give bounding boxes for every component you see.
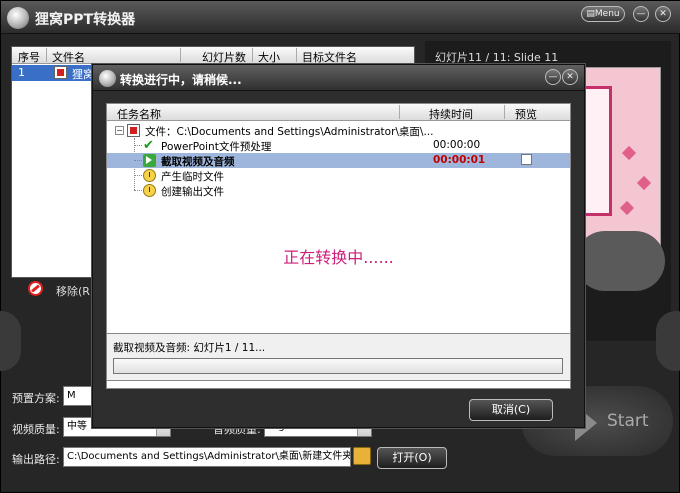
menu-button[interactable]: ▤Menu [581,6,625,22]
heart-decoration [636,175,652,191]
heart-decoration [619,200,635,216]
dialog-title: 转换进行中，请稍候... [120,73,242,87]
column-header-filename[interactable]: 文件名 [52,49,85,65]
clock-icon [143,169,156,182]
status-area: 截取视频及音频: 幻灯片1 / 11... [106,333,571,381]
collapse-icon[interactable]: − [115,126,124,135]
right-side-knob [656,311,680,371]
task-root-name: 文件：C:\Documents and Settings\Administrat… [145,126,434,138]
column-header-target[interactable]: 目标文件名 [302,49,357,65]
task-name: 截取视频及音频 [161,156,235,168]
open-button[interactable]: 打开(O) [377,447,447,469]
task-table-header: 任务名称 持续时间 预览 [107,104,570,121]
task-row: ✔ PowerPoint文件预处理 00:00:00 [107,138,570,153]
output-path-input[interactable]: C:\Documents and Settings\Administrator\… [63,447,351,467]
task-name: 产生临时文件 [161,171,224,183]
video-quality-value: 中等 [67,421,87,432]
task-row: 创建输出文件 [107,183,570,198]
task-duration: 00:00:01 [433,154,486,166]
preset-value: M [67,390,76,401]
column-separator [46,48,47,62]
output-path-label: 输出路径: [12,453,60,466]
minimize-button[interactable]: — [633,6,649,22]
playback-controls[interactable] [575,231,665,291]
task-duration: 00:00:00 [433,139,481,151]
task-row-active: 截取视频及音频 00:00:01 [107,153,570,168]
arrow-right-icon [143,154,156,167]
preview-title: 幻灯片11 / 11: Slide 11 [435,51,559,64]
column-header-size[interactable]: 大小 [258,49,280,65]
progress-bar [113,358,563,374]
checkmark-icon: ✔ [143,138,154,153]
task-root-row[interactable]: − 文件：C:\Documents and Settings\Administr… [107,123,570,138]
dialog-title-bar: 转换进行中，请稍候... — ✕ [93,65,584,91]
app-title: 狸窝PPT转换器 [35,12,136,28]
tree-line [134,160,142,161]
video-quality-label: 视频质量: [12,423,60,436]
file-list-header: 序号 文件名 幻灯片数 大小 目标文件名 [12,47,414,64]
converting-message: 正在转换中...... [283,248,394,267]
close-button[interactable]: ✕ [655,6,671,22]
minimize-icon: — [636,9,646,19]
conversion-dialog: 转换进行中，请稍候... — ✕ 任务名称 持续时间 预览 − 文件：C:\Do… [92,64,585,428]
column-header-task-name: 任务名称 [117,108,161,121]
column-separator [180,48,181,62]
column-header-index[interactable]: 序号 [18,49,40,65]
column-header-duration: 持续时间 [429,108,473,121]
preset-label: 预置方案: [12,392,60,405]
dialog-close-button[interactable]: ✕ [562,69,578,85]
clock-icon [143,184,156,197]
cancel-button[interactable]: 取消(C) [469,399,553,421]
folder-icon[interactable] [353,447,371,465]
tree-line [134,145,142,146]
row-index: 1 [18,66,25,79]
row-filename: 狸窝 [72,68,94,81]
menu-icon: ▤ [586,9,595,19]
minimize-icon: — [548,72,558,82]
close-icon: ✕ [566,72,574,82]
column-separator [399,105,400,119]
app-logo-icon [7,7,29,29]
column-separator [252,48,253,62]
ppt-file-icon [54,66,67,79]
dialog-minimize-button[interactable]: — [545,69,561,85]
task-row: 产生临时文件 [107,168,570,183]
left-side-knob [0,311,21,371]
close-icon: ✕ [659,9,667,19]
remove-icon[interactable] [28,281,43,296]
heart-decoration [621,145,637,161]
tree-line [134,175,142,176]
start-label[interactable]: Start [607,411,649,431]
output-path-value: C:\Documents and Settings\Administrator\… [67,451,351,462]
column-header-preview: 预览 [515,108,537,121]
tree-line [134,190,142,191]
remove-button[interactable]: 移除(R) [56,283,94,299]
task-name: PowerPoint文件预处理 [161,141,272,153]
task-name: 创建输出文件 [161,186,224,198]
preset-dropdown[interactable]: M [63,386,95,406]
column-header-slides[interactable]: 幻灯片数 [202,49,246,65]
preview-checkbox[interactable] [521,154,532,165]
column-separator [296,48,297,62]
app-logo-icon [99,70,116,87]
menu-label: Menu [594,9,620,19]
title-bar: 狸窝PPT转换器 ▤Menu — ✕ [1,1,680,34]
ppt-file-icon [127,124,140,137]
column-separator [504,105,505,119]
status-text: 截取视频及音频: 幻灯片1 / 11... [113,342,266,354]
